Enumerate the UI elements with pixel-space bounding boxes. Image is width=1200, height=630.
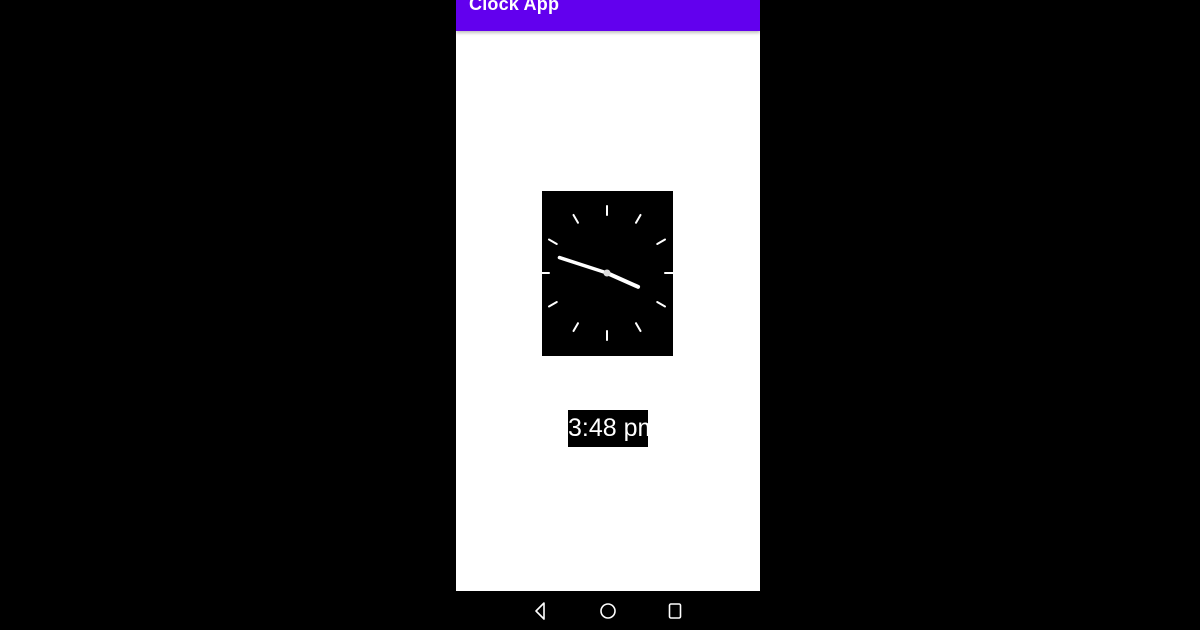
app-bar: Clock App: [456, 0, 760, 31]
circle-home-icon: [600, 603, 616, 619]
clock-tick: [572, 322, 579, 333]
home-button[interactable]: [596, 599, 620, 623]
hour-hand: [605, 271, 641, 289]
recents-button[interactable]: [663, 599, 687, 623]
clock-tick: [547, 301, 558, 308]
analog-clock-face: [542, 205, 673, 341]
minute-hand: [557, 255, 609, 275]
clock-tick: [656, 238, 667, 245]
system-navigation-bar: [456, 591, 760, 630]
app-title: Clock App: [469, 0, 560, 14]
clock-tick: [635, 322, 642, 333]
clock-tick: [547, 238, 558, 245]
digital-clock: 3:48 pm: [568, 410, 648, 447]
clock-tick: [635, 213, 642, 224]
clock-center-pin: [603, 269, 611, 277]
analog-clock: [542, 191, 673, 356]
triangle-back-icon: [535, 602, 545, 620]
phone-screen: Clock App 3:48 pm: [456, 0, 760, 591]
clock-tick: [656, 301, 667, 308]
back-button[interactable]: [528, 599, 552, 623]
square-recents-icon: [668, 603, 682, 619]
clock-tick: [572, 213, 579, 224]
